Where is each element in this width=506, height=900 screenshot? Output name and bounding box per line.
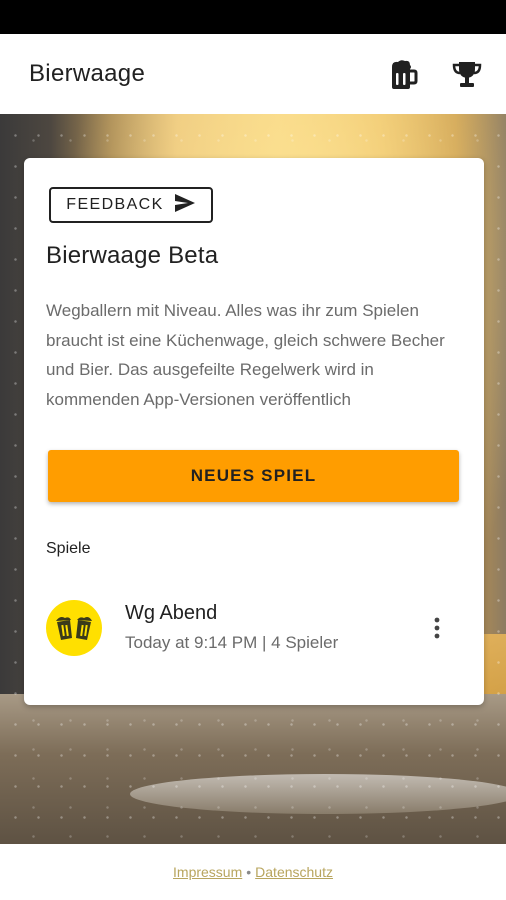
game-text: Wg Abend Today at 9:14 PM | 4 Spieler — [125, 600, 422, 656]
more-vert-icon[interactable] — [422, 608, 452, 648]
send-icon — [174, 193, 196, 218]
game-list-item[interactable]: Wg Abend Today at 9:14 PM | 4 Spieler — [24, 586, 484, 670]
game-name: Wg Abend — [125, 602, 218, 624]
feedback-label: FEEDBACK — [66, 196, 164, 213]
games-section-label: Spiele — [46, 540, 91, 557]
beer-mug-icon[interactable] — [386, 57, 420, 91]
game-meta: Today at 9:14 PM | 4 Spieler — [125, 633, 339, 652]
app-bar-actions — [386, 57, 484, 91]
feedback-button[interactable]: FEEDBACK — [49, 187, 213, 223]
app-bar: Bierwaage — [0, 34, 506, 114]
footer: Impressum • Datenschutz — [0, 844, 506, 900]
app-title: Bierwaage — [29, 60, 146, 87]
new-game-button[interactable]: NEUES SPIEL — [48, 450, 459, 502]
intro-card: FEEDBACK Bierwaage Beta Wegballern mit N… — [24, 158, 484, 705]
card-title: Bierwaage Beta — [46, 242, 219, 269]
status-bar — [0, 0, 506, 34]
beer-cheers-icon — [46, 600, 102, 656]
datenschutz-link[interactable]: Datenschutz — [255, 864, 333, 880]
trophy-icon[interactable] — [450, 57, 484, 91]
impressum-link[interactable]: Impressum — [173, 864, 242, 880]
card-description: Wegballern mit Niveau. Alles was ihr zum… — [46, 301, 445, 409]
footer-separator: • — [246, 864, 252, 880]
